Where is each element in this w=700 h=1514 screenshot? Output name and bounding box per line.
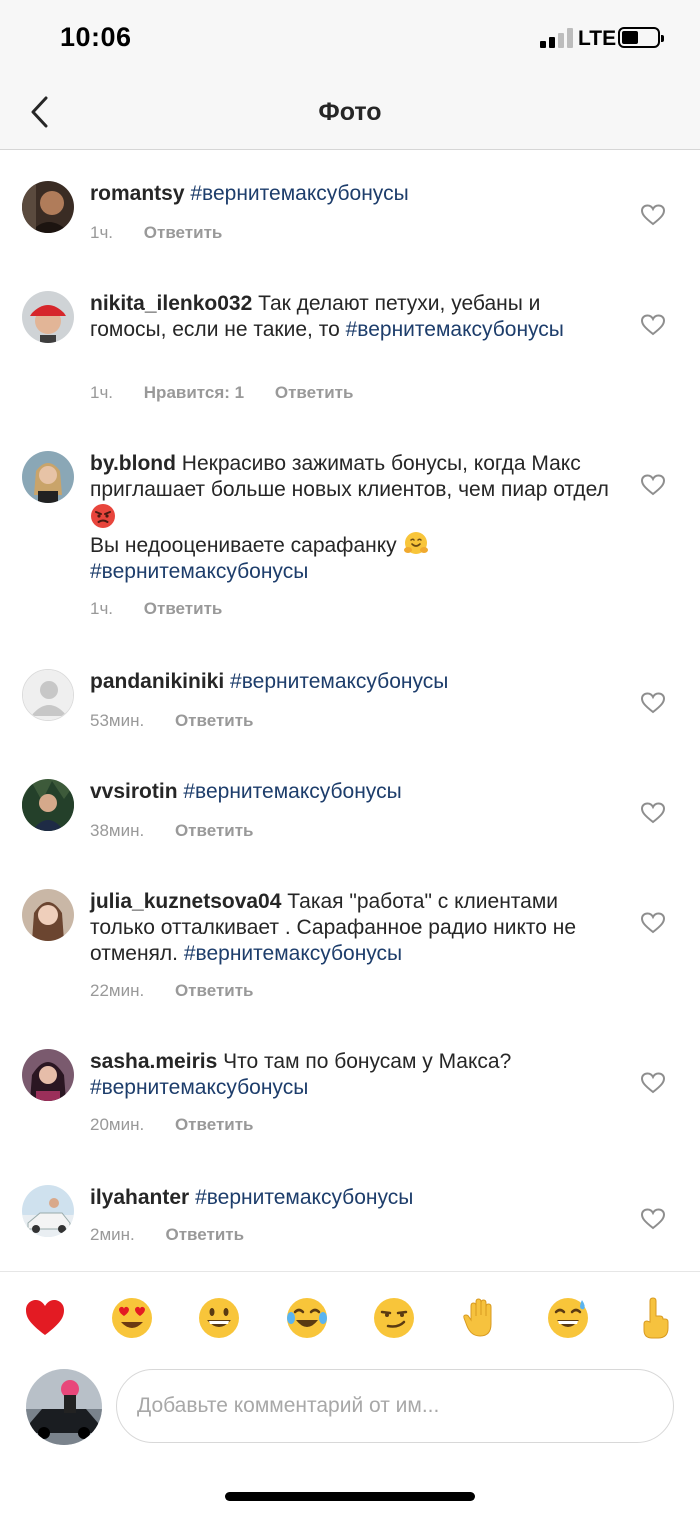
status-bar: 10:06 LTE xyxy=(0,0,700,76)
comment-time: 1ч. xyxy=(90,223,114,242)
sweat-smile-icon[interactable] xyxy=(546,1296,590,1340)
comment-username[interactable]: romantsy xyxy=(90,182,185,205)
angry-face-icon xyxy=(91,504,115,528)
heart-outline-icon[interactable] xyxy=(640,313,666,337)
smirking-face-icon[interactable] xyxy=(372,1296,416,1340)
status-time: 10:06 xyxy=(60,22,132,52)
comment-username[interactable]: vvsirotin xyxy=(90,780,178,803)
reply-button[interactable]: Ответить xyxy=(144,223,223,242)
grinning-face-icon[interactable] xyxy=(197,1296,241,1340)
comment-hashtag[interactable]: #вернитемаксубонусы xyxy=(230,670,448,693)
heart-outline-icon[interactable] xyxy=(640,911,666,935)
nav-bar: Фото xyxy=(0,76,700,150)
reply-button[interactable]: Ответить xyxy=(165,1225,244,1244)
comment-hashtag[interactable]: #вернитемаксубонусы xyxy=(346,318,564,341)
index-pointing-up-icon[interactable] xyxy=(632,1296,676,1340)
comment-username[interactable]: julia_kuznetsova04 xyxy=(90,890,281,913)
page-title: Фото xyxy=(318,98,382,126)
avatar[interactable] xyxy=(22,889,74,941)
likes-count[interactable]: Нравится: 1 xyxy=(144,383,244,402)
heart-outline-icon[interactable] xyxy=(640,691,666,715)
reply-button[interactable]: Ответить xyxy=(144,599,223,618)
comment-username[interactable]: ilyahanter xyxy=(90,1186,189,1209)
comment-time: 2мин. xyxy=(90,1225,135,1244)
red-heart-icon[interactable] xyxy=(23,1296,67,1340)
signal-strength-icon xyxy=(540,28,574,48)
heart-outline-icon[interactable] xyxy=(640,1207,666,1231)
emoji-bar xyxy=(0,1271,700,1361)
comment-username[interactable]: pandanikiniki xyxy=(90,670,224,693)
comment-hashtag[interactable]: #вернитемаксубонусы xyxy=(183,780,401,803)
screen: 10:06 LTE Фото romantsy #вернитемаксубон… xyxy=(0,0,700,1514)
comment-username[interactable]: nikita_ilenko032 xyxy=(90,292,252,315)
comment-time: 1ч. xyxy=(90,383,114,402)
reply-button[interactable]: Ответить xyxy=(175,821,254,840)
avatar[interactable] xyxy=(22,1049,74,1101)
comment-list[interactable]: romantsy #вернитемаксубонусы 1ч. Ответит… xyxy=(0,151,700,1271)
heart-outline-icon[interactable] xyxy=(640,203,666,227)
network-label: LTE xyxy=(578,27,617,50)
comment-hashtag[interactable]: #вернитемаксубонусы xyxy=(195,1186,413,1209)
comment-time: 22мин. xyxy=(90,981,145,1000)
comment-time: 1ч. xyxy=(90,599,114,618)
reply-button[interactable]: Ответить xyxy=(175,711,254,730)
raised-hand-icon[interactable] xyxy=(459,1296,503,1340)
heart-outline-icon[interactable] xyxy=(640,1071,666,1095)
comment-text: Что там по бонусам у Макса? xyxy=(223,1050,512,1073)
comment-text-line-2: Вы недооцениваете сарафанку xyxy=(90,534,397,557)
avatar[interactable] xyxy=(22,451,74,503)
reply-button[interactable]: Ответить xyxy=(175,1115,254,1134)
tears-of-joy-icon[interactable] xyxy=(285,1296,329,1340)
avatar-placeholder[interactable] xyxy=(22,669,74,721)
avatar[interactable] xyxy=(22,779,74,831)
comment-hashtag[interactable]: #вернитемаксубонусы xyxy=(190,182,408,205)
heart-outline-icon[interactable] xyxy=(640,473,666,497)
comment-time: 20мин. xyxy=(90,1115,145,1134)
home-indicator[interactable] xyxy=(225,1492,475,1501)
comment-username[interactable]: by.blond xyxy=(90,452,176,475)
comment-hashtag[interactable]: #вернитемаксубонусы xyxy=(184,942,402,965)
comment-time: 53мин. xyxy=(90,711,145,730)
my-avatar[interactable] xyxy=(26,1369,102,1445)
avatar[interactable] xyxy=(22,181,74,233)
battery-icon xyxy=(618,27,664,48)
comment-composer xyxy=(0,1361,700,1471)
hugging-face-icon xyxy=(403,532,428,554)
heart-eyes-icon[interactable] xyxy=(110,1296,154,1340)
comment-username[interactable]: sasha.meiris xyxy=(90,1050,217,1073)
comment-hashtag[interactable]: #вернитемаксубонусы xyxy=(90,560,308,583)
avatar[interactable] xyxy=(22,291,74,343)
comment-time: 38мин. xyxy=(90,821,145,840)
comment-input[interactable] xyxy=(116,1369,674,1443)
heart-outline-icon[interactable] xyxy=(640,801,666,825)
avatar[interactable] xyxy=(22,1185,74,1237)
comment-hashtag[interactable]: #вернитемаксубонусы xyxy=(90,1076,308,1099)
reply-button[interactable]: Ответить xyxy=(175,981,254,1000)
reply-button[interactable]: Ответить xyxy=(275,383,354,402)
